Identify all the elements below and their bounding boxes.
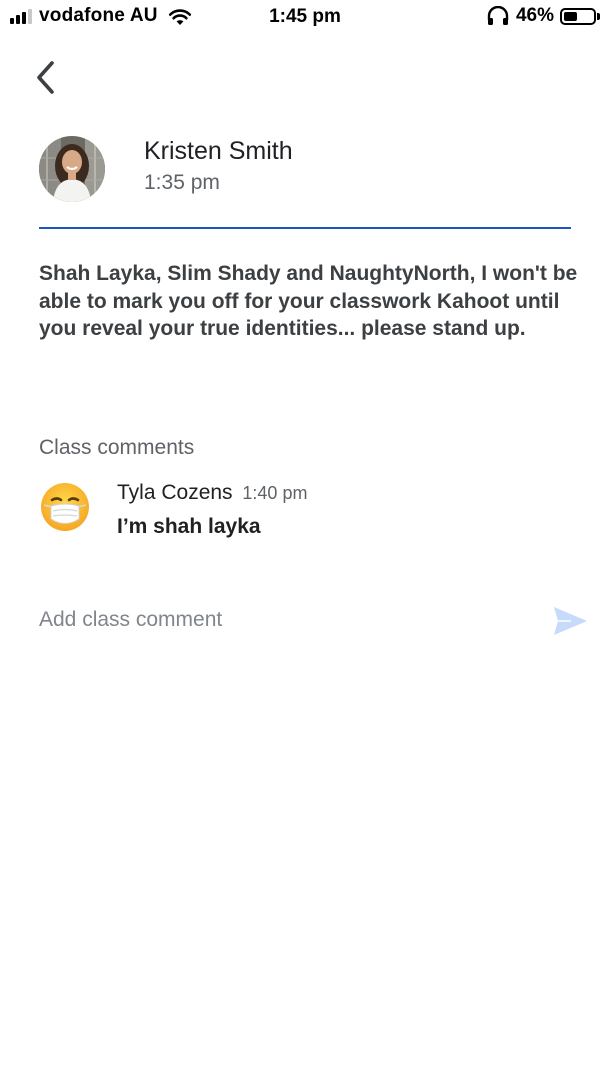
header-divider: [39, 227, 571, 229]
headphones-icon: [487, 6, 509, 25]
comment-timestamp: 1:40 pm: [242, 483, 308, 503]
post-author: Kristen Smith: [144, 137, 293, 165]
add-class-comment-input[interactable]: Add class comment: [39, 608, 222, 632]
status-right: 46%: [486, 5, 600, 27]
comment-author-line: Tyla Cozens 1:40 pm: [117, 481, 307, 505]
comment-author: Tyla Cozens: [117, 481, 233, 504]
class-comments-heading: Class comments: [39, 436, 195, 459]
status-bar: vodafone AU 1:45 pm 46%: [0, 0, 610, 34]
face-with-medical-mask-icon[interactable]: [39, 481, 91, 533]
post-body: Shah Layka, Slim Shady and NaughtyNorth,…: [39, 262, 578, 340]
battery-tip: [597, 12, 600, 20]
battery-percentage: 46%: [515, 5, 554, 26]
post-timestamp: 1:35 pm: [144, 171, 220, 194]
send-icon: [554, 607, 587, 635]
send-button[interactable]: [551, 604, 589, 638]
battery-level: [564, 11, 577, 21]
author-avatar[interactable]: [39, 136, 105, 202]
comment-text: I’m shah layka: [117, 515, 261, 538]
battery-icon: [560, 7, 596, 25]
chevron-left-icon: [37, 61, 54, 94]
back-button[interactable]: [28, 56, 68, 100]
